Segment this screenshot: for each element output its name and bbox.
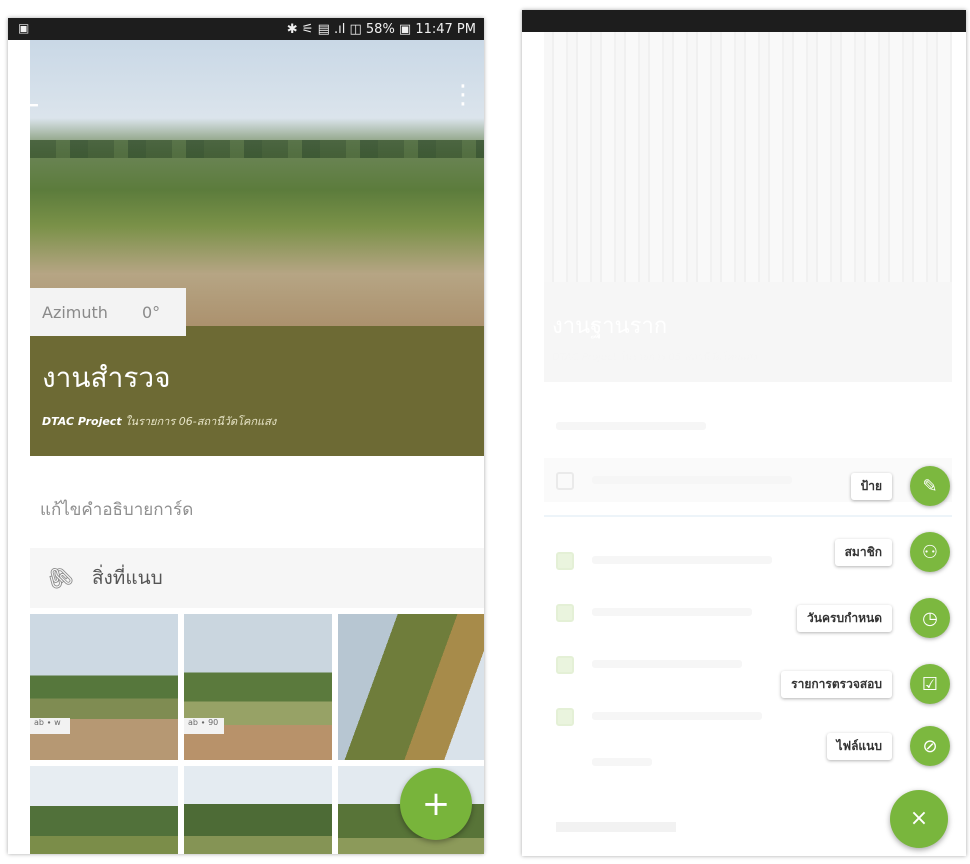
more-options-icon[interactable]: ⋮ <box>450 80 476 110</box>
fab-menu-label[interactable]: รายการตรวจสอบ <box>781 670 892 698</box>
notification-icon: ▣ <box>18 21 30 35</box>
fab-menu-label[interactable]: ไฟล์แนบ <box>826 732 892 760</box>
fab-menu-item-due-date[interactable]: วันครบกำหนด ◷ <box>797 594 950 642</box>
list-name: ในรายการ 06-สถานีวัดโคกแสง <box>121 415 277 428</box>
card-title: งานฐานราก <box>552 314 668 339</box>
status-text: ✱ ⚟ ▤ .ıl ◫ 58% ▣ 11:47 PM <box>286 21 476 37</box>
close-fab-button[interactable]: × <box>890 790 948 848</box>
fab-menu-item-checklist[interactable]: รายการตรวจสอบ ☑ <box>781 660 950 708</box>
fab-menu-label[interactable]: วันครบกำหนด <box>797 604 892 632</box>
right-screen: งานฐานราก DTAC Project ในรายการ 05-สถานี… <box>522 10 966 856</box>
back-arrow-icon[interactable]: ← <box>16 88 39 121</box>
project-name[interactable]: DTAC Project <box>42 415 122 428</box>
status-bar: ▣ ✱ ⚟ ▤ .ıl ◫ 58% ▣ 11:47 PM <box>8 18 484 40</box>
card-subtitle: DTAC Project ในรายการ 06-สถานีวัดโคกแสง <box>42 412 276 430</box>
checklist-icon[interactable]: ☑ <box>910 664 950 704</box>
paperclip-icon: 🖇 <box>41 560 79 596</box>
fab-menu-item-label-tag[interactable]: ป้าย ✎ <box>850 462 950 510</box>
attachment-thumbnail[interactable]: ab ∙ 90 <box>184 614 332 760</box>
add-fab-button[interactable]: + <box>400 768 472 840</box>
attachment-thumbnail[interactable] <box>184 766 332 854</box>
fab-menu-item-attachment[interactable]: ไฟล์แนบ ⊘ <box>826 722 950 770</box>
attachment-thumbnail[interactable] <box>30 766 178 854</box>
status-bar <box>522 10 966 32</box>
clock-icon[interactable]: ◷ <box>910 598 950 638</box>
azimuth-value: 0° <box>141 302 161 322</box>
add-member-icon[interactable]: ⚇ <box>910 532 950 572</box>
thumbnail-tag: ab ∙ w <box>30 718 70 734</box>
attachments-label: สิ่งที่แนบ <box>91 567 163 589</box>
azimuth-label-text: Azimuth <box>42 302 108 322</box>
card-title: งานสำรวจ <box>42 361 171 394</box>
edit-description-field[interactable]: แก้ไขคำอธิบายการ์ด <box>40 496 193 523</box>
paperclip-icon[interactable]: ⊘ <box>910 726 950 766</box>
attachment-thumbnail[interactable]: ab ∙ w <box>30 614 178 760</box>
fab-menu-label[interactable]: ป้าย <box>850 472 892 500</box>
attachment-thumbnail[interactable] <box>338 614 484 760</box>
left-screen: ▣ ✱ ⚟ ▤ .ıl ◫ 58% ▣ 11:47 PM ← ⋮ Azimuth… <box>8 18 484 854</box>
tree-line <box>30 140 484 158</box>
fab-menu-label[interactable]: สมาชิก <box>834 538 892 566</box>
thumbnail-tag: ab ∙ 90 <box>184 718 224 734</box>
tag-icon[interactable]: ✎ <box>910 466 950 506</box>
card-subtitle: DTAC Project ในรายการ 05-สถานีวัดโคกแสง <box>552 352 758 363</box>
fab-menu-item-members[interactable]: สมาชิก ⚇ <box>834 528 950 576</box>
azimuth-label: Azimuth 0° <box>30 288 186 336</box>
attachments-header: 🖇 สิ่งที่แนบ <box>30 548 484 608</box>
